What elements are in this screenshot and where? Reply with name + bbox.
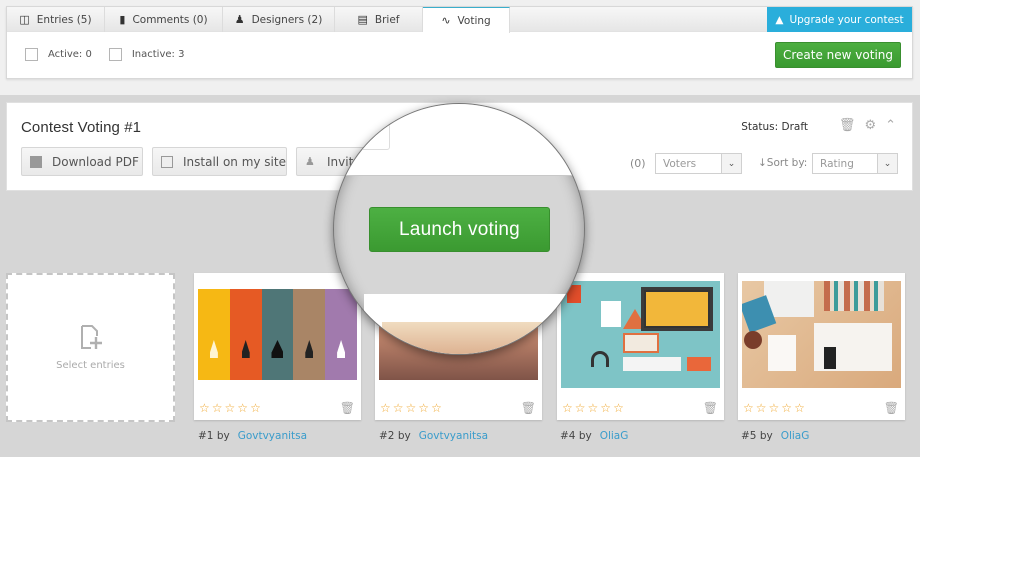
entry-author-link[interactable]: Govtvyanitsa — [238, 430, 307, 442]
star-icon[interactable]: ☆ — [794, 402, 805, 414]
download-pdf-button[interactable]: Download PDF — [21, 147, 143, 176]
star-rating: ☆ ☆ ☆ ☆ ☆ — [199, 402, 261, 414]
tab-label: Entries (5) — [36, 13, 92, 26]
star-icon[interactable]: ☆ — [769, 402, 780, 414]
tab-designers[interactable]: ♟ Designers (2) — [223, 7, 335, 32]
star-rating: ☆ ☆ ☆ ☆ ☆ — [743, 402, 805, 414]
star-icon[interactable]: ☆ — [418, 402, 429, 414]
active-label: Active: 0 — [48, 49, 92, 60]
star-icon[interactable]: ☆ — [199, 402, 210, 414]
invite-users-icon: ♟ — [305, 154, 315, 168]
chart-line-icon: ∿ — [441, 14, 451, 27]
star-icon[interactable]: ☆ — [575, 402, 586, 414]
active-checkbox[interactable] — [25, 48, 38, 61]
upgrade-contest-button[interactable]: ▲ Upgrade your contest — [767, 7, 912, 32]
entry-number: #4 by — [560, 430, 592, 442]
tab-entries[interactable]: ◫ Entries (5) — [7, 7, 105, 32]
voters-select-value: Voters — [663, 157, 697, 170]
create-new-voting-button[interactable]: Create new voting — [775, 42, 901, 68]
sort-by-label: ↓Sort by: — [758, 157, 808, 169]
install-on-site-button[interactable]: Install on my site — [152, 147, 287, 176]
trash-icon[interactable]: 🗑 — [884, 401, 899, 415]
star-icon[interactable]: ☆ — [562, 402, 573, 414]
voting-title: Contest Voting #1 — [21, 119, 142, 136]
select-entries-tile[interactable]: Select entries — [6, 273, 175, 422]
entries-icon: ◫ — [19, 13, 30, 26]
tab-bar: ◫ Entries (5) ▮ Comments (0) ♟ Designers… — [7, 7, 912, 33]
install-label: Install on my site — [183, 154, 286, 169]
embed-icon — [161, 155, 173, 168]
sort-select[interactable]: Rating ⌄ — [812, 153, 898, 174]
trash-icon[interactable]: 🗑 — [521, 401, 536, 415]
comments-icon: ▮ — [119, 13, 126, 26]
inactive-checkbox[interactable] — [108, 48, 122, 61]
sort-select-value: Rating — [820, 157, 854, 170]
tab-label: Designers (2) — [251, 13, 323, 26]
download-pdf-label: Download PDF — [52, 154, 139, 169]
entry-byline: #4 by OliaG — [560, 430, 628, 442]
star-icon[interactable]: ☆ — [393, 402, 404, 414]
star-icon[interactable]: ☆ — [380, 402, 391, 414]
entry-number: #5 by — [741, 430, 773, 442]
star-icon[interactable]: ☆ — [600, 402, 611, 414]
magnifier-lens: Launch voting — [333, 103, 585, 355]
entry-author-link[interactable]: OliaG — [781, 430, 810, 442]
star-rating: ☆ ☆ ☆ ☆ ☆ — [380, 402, 442, 414]
pdf-icon — [30, 155, 42, 168]
entry-author-link[interactable]: OliaG — [600, 430, 629, 442]
star-icon[interactable]: ☆ — [756, 402, 767, 414]
designers-icon: ♟ — [234, 13, 245, 26]
trash-icon[interactable]: 🗑 — [340, 401, 355, 415]
tab-label: Comments (0) — [132, 13, 208, 26]
launch-voting-button[interactable]: Launch voting — [369, 207, 550, 252]
trash-icon[interactable]: 🗑 — [703, 401, 718, 415]
star-icon[interactable]: ☆ — [225, 402, 236, 414]
star-icon[interactable]: ☆ — [431, 402, 442, 414]
star-icon[interactable]: ☆ — [588, 402, 599, 414]
star-icon[interactable]: ☆ — [406, 402, 417, 414]
voting-filters: Active: 0 Inactive: 3 — [25, 48, 201, 61]
voting-actions: 🗑 ⚙ ⌃ — [839, 118, 896, 133]
contest-top-panel: ◫ Entries (5) ▮ Comments (0) ♟ Designers… — [6, 6, 913, 79]
tab-brief[interactable]: ▤ Brief — [335, 7, 423, 32]
voting-status: Status: Draft — [741, 121, 808, 133]
star-rating: ☆ ☆ ☆ ☆ ☆ — [562, 402, 624, 414]
voters-select[interactable]: Voters ⌄ — [655, 153, 742, 174]
magnified-entry-card — [364, 294, 574, 354]
entry-thumbnail[interactable] — [561, 281, 720, 388]
book-icon: ▤ — [357, 13, 368, 26]
gear-icon[interactable]: ⚙ — [864, 118, 876, 133]
chevron-down-icon: ⌄ — [877, 154, 897, 173]
star-icon[interactable]: ☆ — [743, 402, 754, 414]
magnified-invite-button-fragment — [334, 104, 390, 150]
entry-card: ☆ ☆ ☆ ☆ ☆ 🗑 — [738, 273, 905, 420]
entry-number: #1 by — [198, 430, 230, 442]
select-entries-label: Select entries — [56, 360, 125, 371]
inactive-label: Inactive: 3 — [131, 49, 185, 60]
tab-voting[interactable]: ∿ Voting — [423, 7, 510, 33]
star-icon[interactable]: ☆ — [781, 402, 792, 414]
magnified-panel — [334, 104, 584, 176]
star-icon[interactable]: ☆ — [613, 402, 624, 414]
entry-byline: #2 by Govtvyanitsa — [379, 430, 488, 442]
star-icon[interactable]: ☆ — [212, 402, 223, 414]
entry-byline: #5 by OliaG — [741, 430, 809, 442]
chevron-down-icon: ⌄ — [721, 154, 741, 173]
entry-number: #2 by — [379, 430, 411, 442]
upgrade-label: Upgrade your contest — [789, 13, 904, 26]
trash-icon[interactable]: 🗑 — [839, 118, 856, 133]
tab-comments[interactable]: ▮ Comments (0) — [105, 7, 223, 32]
entry-byline: #1 by Govtvyanitsa — [198, 430, 307, 442]
tab-label: Voting — [457, 14, 491, 27]
voters-count: (0) — [630, 157, 646, 170]
upgrade-icon: ▲ — [775, 13, 784, 26]
star-icon[interactable]: ☆ — [237, 402, 248, 414]
chevron-up-icon[interactable]: ⌃ — [885, 118, 896, 133]
tab-label: Brief — [374, 13, 400, 26]
entry-author-link[interactable]: Govtvyanitsa — [419, 430, 488, 442]
star-icon[interactable]: ☆ — [250, 402, 261, 414]
add-file-icon — [80, 325, 102, 349]
entry-thumbnail[interactable] — [742, 281, 901, 388]
